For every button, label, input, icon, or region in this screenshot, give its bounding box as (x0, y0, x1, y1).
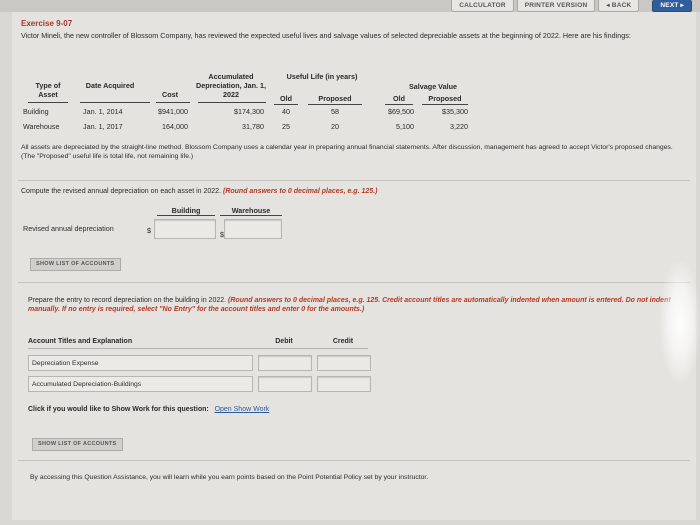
part1-instruction: Compute the revised annual depreciation … (21, 187, 681, 196)
warehouse-depreciation-value (225, 228, 228, 235)
exercise-title: Exercise 9-07 (21, 19, 73, 28)
header-life-old: Old (274, 94, 298, 105)
header-underline-date (80, 102, 150, 103)
table-row-2-life-proposed: 20 (331, 122, 339, 131)
col-debit: Debit (275, 338, 293, 345)
header-cost: Cost (162, 90, 178, 99)
debit-input-row-2[interactable] (258, 376, 312, 392)
account-select-row-2[interactable]: Accumulated Depreciation-Buildings (28, 376, 253, 392)
table-row-2-date: Jan. 1, 2017 (83, 122, 123, 131)
warehouse-depreciation-input[interactable] (224, 219, 282, 239)
table-row-1-cost: $941,000 (158, 107, 188, 116)
header-underline-type (28, 102, 68, 103)
account-row-1-label: Depreciation Expense (32, 360, 99, 367)
section-divider-1 (18, 180, 690, 181)
question-card: Exercise 9-07 Victor Mineli, the new con… (12, 12, 700, 520)
part1-instruction-text: Compute the revised annual depreciation … (21, 188, 222, 195)
next-button[interactable]: NEXT ▸ (652, 0, 692, 12)
credit-input-row-2[interactable] (317, 376, 371, 392)
header-accum: Accumulated Depreciation, Jan. 1, 2022 (196, 72, 266, 99)
table-row-2-life-old: 25 (282, 122, 290, 131)
table-row-1-date: Jan. 1, 2014 (83, 107, 123, 116)
header-salvage-old: Old (385, 94, 413, 105)
top-nav: CALCULATOR PRINTER VERSION ◂ BACK NEXT ▸ (451, 0, 692, 12)
part1-instruction-hint: (Round answers to 0 decimal places, e.g.… (222, 188, 378, 195)
assistance-footer: By accessing this Question Assistance, y… (30, 474, 429, 481)
table-row-1-type: Building (23, 107, 49, 116)
table-row-2-cost: 164,000 (162, 122, 188, 131)
table-row-2-salvage-old: 5,100 (396, 122, 414, 131)
account-select-row-1[interactable]: Depreciation Expense (28, 355, 253, 371)
building-depreciation-value (155, 228, 158, 235)
section-divider-2 (18, 282, 690, 283)
col-warehouse: Warehouse (220, 206, 282, 216)
header-life-proposed: Proposed (308, 94, 362, 105)
table-row-1-salvage-proposed: $35,300 (442, 107, 468, 116)
section-divider-3 (18, 460, 690, 461)
col-account-titles: Account Titles and Explanation (28, 338, 133, 345)
back-button[interactable]: ◂ BACK (598, 0, 640, 12)
show-list-accounts-button-1[interactable]: SHOW LIST OF ACCOUNTS (30, 258, 121, 271)
revised-depreciation-label: Revised annual depreciation (23, 224, 114, 233)
part2-instruction: Prepare the entry to record depreciation… (28, 296, 683, 314)
header-date: Date Acquired (85, 81, 135, 90)
table-row-1-accum: $174,300 (234, 107, 264, 116)
table-row-1-salvage-old: $69,500 (388, 107, 414, 116)
account-row-2-label: Accumulated Depreciation-Buildings (32, 381, 142, 388)
show-work-prompt: Click if you would like to Show Work for… (28, 406, 209, 413)
table-row-1-life-old: 40 (282, 107, 290, 116)
building-depreciation-input[interactable] (154, 219, 216, 239)
printer-version-button[interactable]: PRINTER VERSION (516, 0, 596, 12)
entry-header-line (28, 348, 368, 349)
header-type: Type of Asset (35, 81, 61, 99)
table-row-1-life-proposed: 58 (331, 107, 339, 116)
header-salvage: Salvage Value (409, 82, 457, 91)
col-credit: Credit (332, 338, 354, 345)
currency-building: $ (147, 226, 151, 235)
screen-glare (660, 262, 700, 382)
part2-instruction-text: Prepare the entry to record depreciation… (28, 297, 227, 304)
debit-input-row-1[interactable] (258, 355, 312, 371)
col-building: Building (157, 206, 215, 216)
calculator-button[interactable]: CALCULATOR (451, 0, 514, 12)
credit-input-row-1[interactable] (317, 355, 371, 371)
show-work-row: Click if you would like to Show Work for… (28, 406, 269, 413)
open-show-work-link[interactable]: Open Show Work (215, 406, 270, 413)
header-salvage-proposed: Proposed (422, 94, 468, 105)
exercise-intro: Victor Mineli, the new controller of Blo… (21, 31, 631, 40)
header-underline-accum (198, 102, 266, 103)
table-row-2-salvage-proposed: 3,220 (450, 122, 468, 131)
depreciation-note: All assets are depreciated by the straig… (21, 144, 673, 160)
table-row-2-type: Warehouse (23, 122, 60, 131)
header-underline-cost (156, 102, 190, 103)
header-life: Useful Life (in years) (286, 72, 358, 81)
show-list-accounts-button-2[interactable]: SHOW LIST OF ACCOUNTS (32, 438, 123, 451)
table-row-2-accum: 31,780 (242, 122, 264, 131)
